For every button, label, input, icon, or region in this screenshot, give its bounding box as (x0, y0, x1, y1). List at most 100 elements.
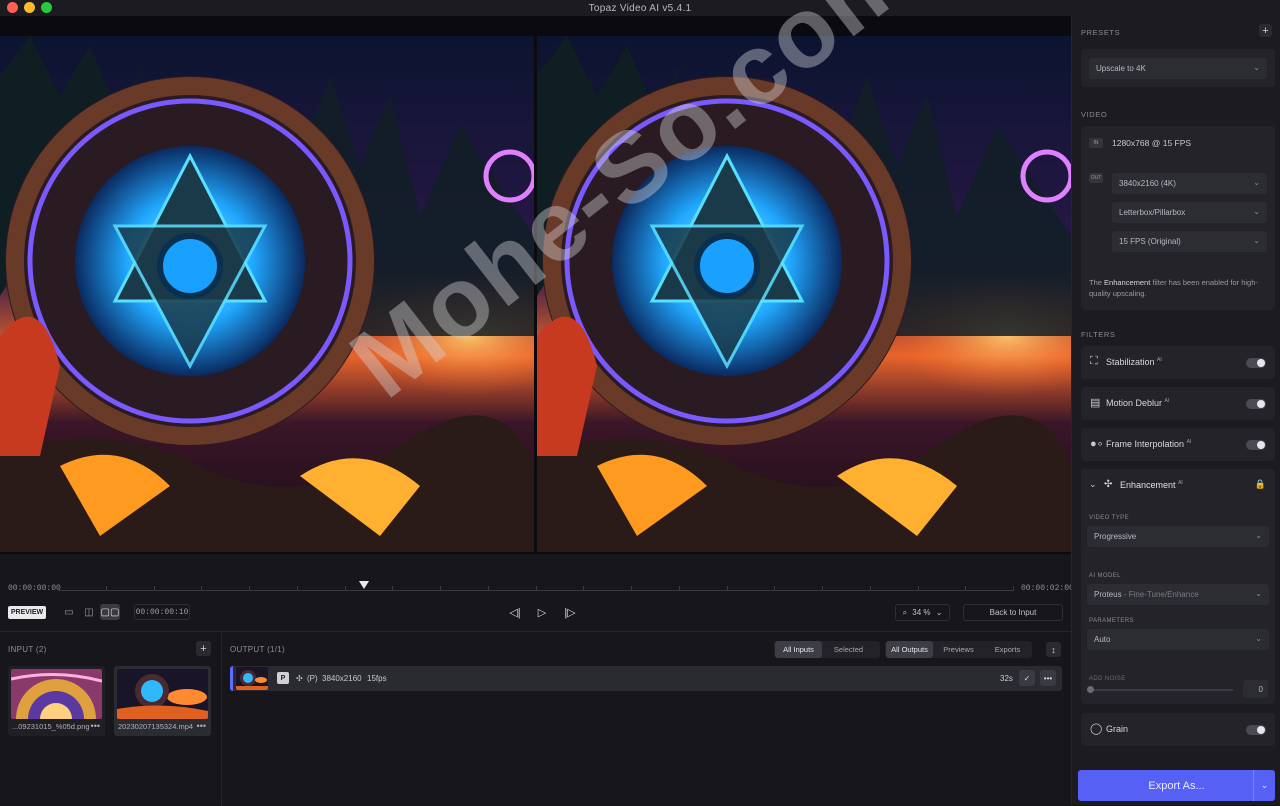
single-view-icon[interactable]: ▭ (59, 604, 79, 620)
parameters-select[interactable]: Auto ⌄ (1087, 629, 1269, 650)
timeline-tick (535, 586, 537, 591)
filter-grain[interactable]: ◯ Grain (1081, 713, 1275, 746)
settings-sidebar: PRESETS + Upscale to 4K ⌄ VIDEO IN 1280x… (1071, 16, 1280, 805)
previous-frame-icon[interactable]: ◁| (506, 604, 524, 620)
more-options-icon[interactable]: ••• (1040, 670, 1056, 686)
add-noise-value[interactable]: 0 (1243, 680, 1268, 698)
parameters-value: Auto (1094, 635, 1111, 644)
frame-interpolation-toggle[interactable] (1246, 440, 1266, 450)
slider-handle[interactable] (1087, 686, 1094, 693)
input-file-name: ...09231015_%05d.png (12, 722, 90, 731)
preview-viewer[interactable] (0, 16, 1071, 554)
zoom-control[interactable]: ⌕ 34 % ⌄ (895, 604, 950, 621)
enhanced-preview-pane[interactable] (537, 36, 1071, 552)
preset-select[interactable]: Upscale to 4K ⌄ (1089, 58, 1267, 79)
more-options-icon[interactable]: ••• (197, 721, 206, 731)
tab-previews[interactable]: Previews (935, 641, 982, 658)
enhancement-note: The Enhancement filter has been enabled … (1089, 277, 1269, 299)
input-item[interactable]: ...09231015_%05d.png ••• (8, 666, 105, 736)
original-preview-pane[interactable] (0, 36, 534, 552)
timeline-tick (249, 586, 250, 591)
output-fps-select[interactable]: 15 FPS (Original) ⌄ (1112, 231, 1267, 252)
export-button[interactable]: Export As... ⌄ (1078, 770, 1275, 801)
output-fps-value: 15 FPS (Original) (1119, 237, 1181, 246)
output-resolution-select[interactable]: 3840x2160 (4K) ⌄ (1112, 173, 1267, 194)
timeline-tick (487, 586, 489, 591)
add-noise-slider[interactable] (1087, 686, 1233, 693)
playhead-handle[interactable] (358, 581, 369, 589)
check-icon[interactable]: ✓ (1019, 670, 1035, 686)
selection-indicator (230, 666, 233, 691)
lock-icon[interactable]: 🔒 (1255, 479, 1266, 490)
chevron-down-icon: ⌄ (1253, 207, 1260, 216)
split-view-icon[interactable]: ◫ (79, 604, 99, 620)
close-window-button[interactable] (7, 2, 18, 13)
output-thumbnail (236, 667, 268, 690)
timeline-tick (917, 586, 919, 591)
filter-label: Motion Deblur (1106, 398, 1163, 408)
back-to-input-button[interactable]: Back to Input (963, 604, 1063, 621)
side-by-side-view-icon[interactable]: ▢▢ (100, 604, 120, 620)
export-label: Export As... (1148, 779, 1205, 792)
output-duration: 32s (1000, 674, 1013, 683)
chevron-down-icon: ⌄ (1253, 236, 1260, 245)
video-card: IN 1280x768 @ 15 FPS OUT 3840x2160 (4K) … (1081, 126, 1275, 310)
filter-stabilization[interactable]: ⛶ Stabilization AI (1081, 346, 1275, 379)
video-type-select[interactable]: Progressive ⌄ (1087, 526, 1269, 547)
timeline-tick (58, 586, 59, 591)
next-frame-icon[interactable]: |▷ (561, 604, 579, 620)
output-panel-label: OUTPUT (1/1) (230, 645, 286, 654)
filter-label: Stabilization (1106, 357, 1155, 367)
play-icon[interactable]: ▷ (533, 604, 551, 620)
enhancement-card: ⌄ ✣ Enhancement AI 🔒 VIDEO TYPE Progress… (1081, 469, 1275, 704)
crop-mode-value: Letterbox/Pillarbox (1119, 208, 1186, 217)
timeline-tick (105, 586, 107, 591)
motion-deblur-toggle[interactable] (1246, 399, 1266, 409)
input-resolution: 1280x768 @ (1112, 138, 1161, 148)
chevron-down-icon: ⌄ (1255, 589, 1262, 598)
input-thumbnail (11, 669, 102, 719)
zoom-value: 34 % (912, 608, 931, 617)
collapse-chevron-icon[interactable]: ⌄ (1089, 479, 1097, 490)
minimize-window-button[interactable] (24, 2, 35, 13)
tab-all-outputs[interactable]: All Outputs (886, 641, 933, 658)
timeline-tick (822, 586, 823, 591)
ai-model-sub: - Fine-Tune/Enhance (1121, 590, 1199, 599)
filter-label: Grain (1106, 724, 1129, 734)
output-type-badge: P (277, 672, 289, 684)
end-timecode: 00:00:02:00 (1021, 584, 1074, 593)
chevron-down-icon[interactable]: ⌄ (1253, 770, 1275, 801)
input-item[interactable]: 20230207135324.mp4 ••• (114, 666, 211, 736)
ai-tag: AI (1164, 398, 1170, 404)
tab-selected[interactable]: Selected (825, 641, 872, 658)
filter-name: Frame Interpolation AI (1106, 439, 1191, 449)
filter-motion-deblur[interactable]: ▤ Motion Deblur AI (1081, 387, 1275, 420)
crop-mode-select[interactable]: Letterbox/Pillarbox ⌄ (1112, 202, 1267, 223)
add-input-button[interactable]: + (196, 641, 211, 656)
add-preset-button[interactable]: + (1259, 24, 1272, 37)
output-resolution-value: 3840x2160 (4K) (1119, 179, 1176, 188)
tab-all-inputs[interactable]: All Inputs (775, 641, 822, 658)
chevron-down-icon: ⌄ (1253, 63, 1260, 72)
sort-icon[interactable]: ↕ (1046, 642, 1061, 657)
preview-button[interactable]: PREVIEW (8, 606, 46, 619)
output-row[interactable]: P ✣ (P) 3840x2160 15fps 32s ✓ ••• (230, 666, 1062, 691)
timeline-tick (965, 586, 967, 591)
video-type-value: Progressive (1094, 532, 1137, 541)
grain-toggle[interactable] (1246, 725, 1266, 735)
tab-exports[interactable]: Exports (984, 641, 1031, 658)
window-controls (7, 2, 52, 13)
timeline-tick (678, 586, 680, 591)
more-options-icon[interactable]: ••• (91, 721, 100, 731)
stabilization-toggle[interactable] (1246, 358, 1266, 368)
input-fps: 15 FPS (1162, 138, 1192, 148)
current-timecode-field[interactable]: 00:00:00:10 (134, 604, 190, 620)
ai-model-select[interactable]: Proteus - Fine-Tune/Enhance ⌄ (1087, 584, 1269, 605)
maximize-window-button[interactable] (41, 2, 52, 13)
title-bar: Topaz Video AI v5.4.1 (0, 0, 1280, 16)
motion-deblur-icon: ▤ (1090, 397, 1101, 409)
timeline-tick (726, 586, 728, 591)
timeline-tick (583, 586, 585, 591)
filter-frame-interpolation[interactable]: ●∘ Frame Interpolation AI (1081, 428, 1275, 461)
input-thumbnail (117, 669, 208, 719)
